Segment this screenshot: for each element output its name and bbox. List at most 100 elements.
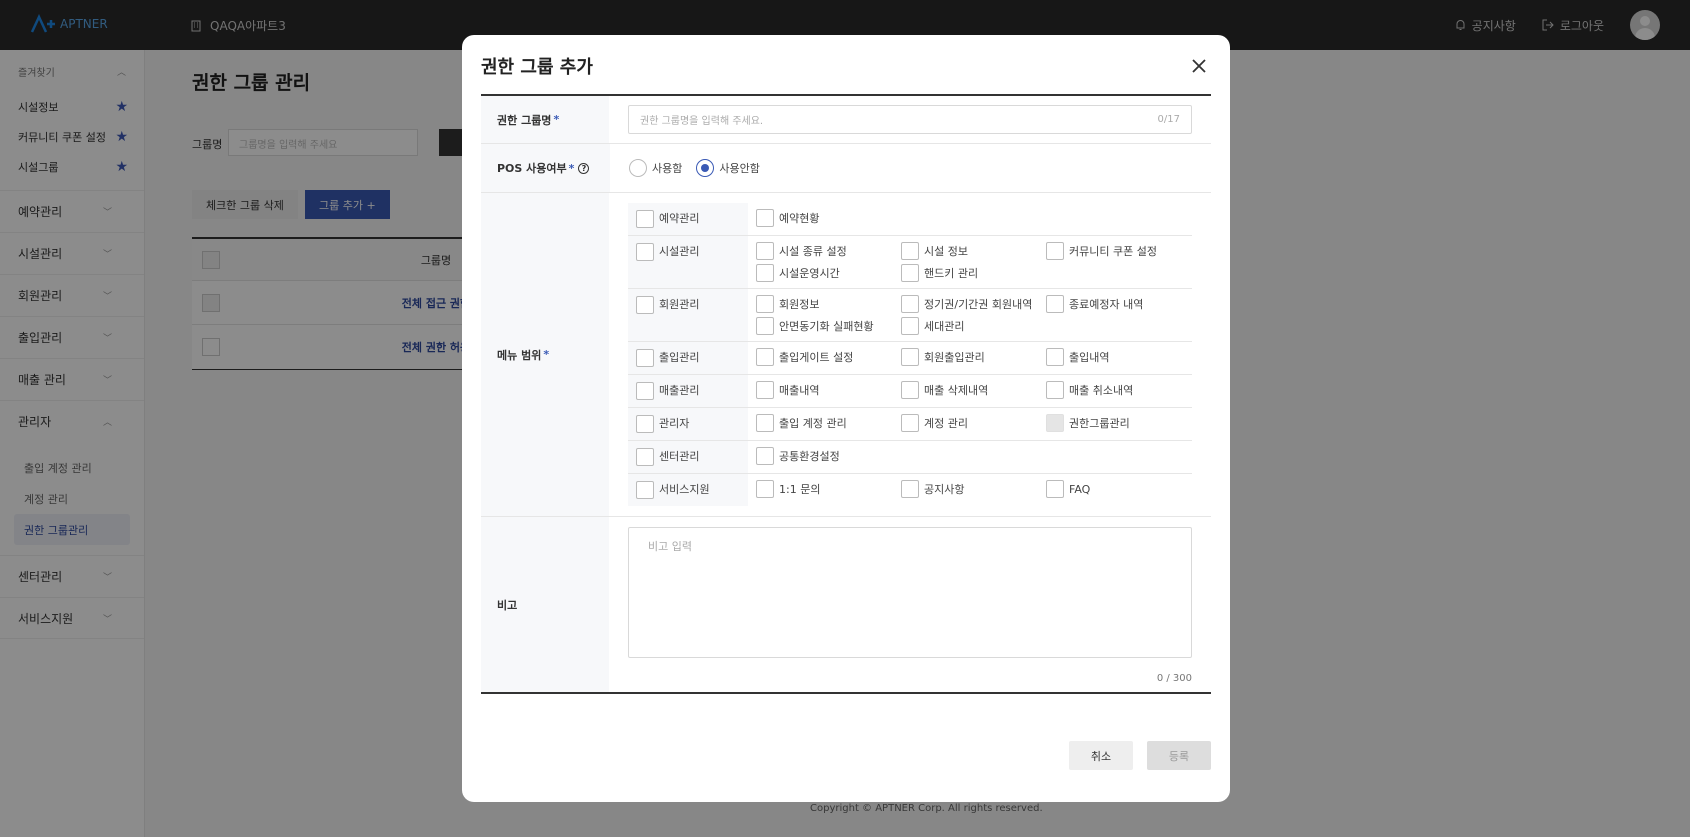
- menu-item-checkbox[interactable]: [1046, 295, 1064, 313]
- menu-items: 회원정보 정기권/기간권 회원내역 종료예정자 내역안면동기화 실패현황 세대관리: [748, 289, 1192, 341]
- menu-item[interactable]: 1:1 문의: [756, 478, 901, 500]
- note-textarea[interactable]: 비고 입력: [628, 527, 1192, 658]
- close-icon[interactable]: [1190, 57, 1208, 75]
- menu-item-checkbox[interactable]: [1046, 480, 1064, 498]
- menu-item-checkbox[interactable]: [756, 295, 774, 313]
- menu-category-row: 예약관리 예약현황: [628, 203, 1192, 236]
- menu-category[interactable]: 서비스지원: [628, 474, 748, 506]
- radio-button[interactable]: [629, 159, 647, 177]
- category-checkbox[interactable]: [636, 349, 654, 367]
- menu-item-checkbox[interactable]: [756, 480, 774, 498]
- menu-item-checkbox[interactable]: [901, 295, 919, 313]
- menu-item-label: 매출 취소내역: [1069, 384, 1134, 397]
- menu-item[interactable]: 출입게이트 설정: [756, 346, 901, 368]
- radio-label: 사용함: [652, 162, 683, 175]
- menu-category-row: 시설관리 시설 종류 설정 시설 정보 커뮤니티 쿠폰 설정시설운영시간 핸드키 관리: [628, 236, 1192, 289]
- menu-item-label: 회원정보: [779, 298, 820, 311]
- note-char-count: 0 / 300: [1156, 673, 1192, 684]
- menu-item[interactable]: 회원출입관리: [901, 346, 1046, 368]
- category-label: 매출관리: [659, 384, 700, 397]
- category-checkbox[interactable]: [636, 296, 654, 314]
- menu-item-checkbox[interactable]: [756, 348, 774, 366]
- menu-item-checkbox[interactable]: [756, 381, 774, 399]
- note-label: 비고: [481, 517, 609, 692]
- menu-item-checkbox[interactable]: [901, 381, 919, 399]
- menu-item-checkbox[interactable]: [901, 242, 919, 260]
- menu-item-label: FAQ: [1069, 482, 1091, 496]
- menu-item[interactable]: 예약현황: [756, 207, 901, 229]
- menu-item-checkbox[interactable]: [1046, 381, 1064, 399]
- group-name-count: 0/17: [1157, 114, 1180, 125]
- menu-item-checkbox[interactable]: [901, 348, 919, 366]
- menu-item[interactable]: 시설운영시간: [756, 262, 901, 284]
- menu-item[interactable]: 계정 관리: [901, 412, 1046, 434]
- menu-category[interactable]: 관리자: [628, 408, 748, 440]
- menu-item[interactable]: 회원정보: [756, 293, 901, 315]
- menu-item[interactable]: 시설 종류 설정: [756, 240, 901, 262]
- pos-row: POS 사용여부 *? 사용함 사용안함: [481, 144, 1211, 193]
- menu-category[interactable]: 센터관리: [628, 441, 748, 473]
- menu-item-checkbox[interactable]: [756, 447, 774, 465]
- menu-item-label: 커뮤니티 쿠폰 설정: [1069, 245, 1157, 258]
- group-name-input[interactable]: 권한 그룹명을 입력해 주세요. 0/17: [628, 105, 1192, 134]
- menu-item[interactable]: 출입 계정 관리: [756, 412, 901, 434]
- category-label: 시설관리: [659, 245, 700, 258]
- menu-item-label: 핸드키 관리: [924, 267, 979, 280]
- menu-category[interactable]: 회원관리: [628, 289, 748, 341]
- group-name-placeholder: 권한 그룹명을 입력해 주세요.: [640, 116, 764, 127]
- menu-item[interactable]: 매출 취소내역: [1046, 379, 1191, 401]
- menu-item[interactable]: 안면동기화 실패현황: [756, 315, 901, 337]
- menu-item-label: 안면동기화 실패현황: [779, 320, 874, 333]
- menu-item-checkbox[interactable]: [756, 317, 774, 335]
- menu-item-label: 1:1 문의: [779, 483, 821, 496]
- menu-item-checkbox[interactable]: [756, 264, 774, 282]
- menu-item-checkbox[interactable]: [901, 317, 919, 335]
- note-row: 비고 비고 입력 0 / 300: [481, 517, 1211, 692]
- category-checkbox[interactable]: [636, 210, 654, 228]
- menu-item[interactable]: FAQ: [1046, 478, 1191, 500]
- menu-item[interactable]: 세대관리: [901, 315, 1046, 337]
- menu-category[interactable]: 예약관리: [628, 203, 748, 235]
- name-label: 권한 그룹명 *: [481, 96, 609, 143]
- menu-item-checkbox[interactable]: [1046, 348, 1064, 366]
- category-checkbox[interactable]: [636, 448, 654, 466]
- menu-item-checkbox[interactable]: [901, 264, 919, 282]
- category-label: 출입관리: [659, 351, 700, 364]
- menu-category[interactable]: 매출관리: [628, 375, 748, 407]
- menu-category[interactable]: 출입관리: [628, 342, 748, 374]
- menu-item-label: 권한그룹관리: [1069, 417, 1130, 430]
- menu-item-checkbox[interactable]: [1046, 242, 1064, 260]
- menu-item[interactable]: 공통환경설정: [756, 445, 901, 467]
- pos-radio-not-use[interactable]: 사용안함: [696, 159, 760, 177]
- menu-item[interactable]: 핸드키 관리: [901, 262, 1046, 284]
- radio-button-selected[interactable]: [696, 159, 715, 177]
- menu-item[interactable]: 권한그룹관리: [1046, 412, 1191, 434]
- menu-item[interactable]: 매출 삭제내역: [901, 379, 1046, 401]
- cancel-button[interactable]: 취소: [1069, 741, 1133, 770]
- menu-item[interactable]: 정기권/기간권 회원내역: [901, 293, 1046, 315]
- category-checkbox[interactable]: [636, 481, 654, 499]
- pos-radio-use[interactable]: 사용함: [629, 159, 682, 177]
- menu-item-checkbox[interactable]: [756, 209, 774, 227]
- category-checkbox[interactable]: [636, 415, 654, 433]
- menu-item-checkbox[interactable]: [756, 414, 774, 432]
- menu-item-checkbox[interactable]: [756, 242, 774, 260]
- menu-item-checkbox[interactable]: [901, 414, 919, 432]
- menu-item-label: 계정 관리: [924, 417, 968, 430]
- required-mark: *: [543, 348, 550, 361]
- menu-item-checkbox[interactable]: [901, 480, 919, 498]
- menu-item[interactable]: 공지사항: [901, 478, 1046, 500]
- menu-item[interactable]: 시설 정보: [901, 240, 1046, 262]
- category-checkbox[interactable]: [636, 382, 654, 400]
- category-checkbox[interactable]: [636, 243, 654, 261]
- menu-item-label: 출입게이트 설정: [779, 351, 854, 364]
- menu-item[interactable]: 출입내역: [1046, 346, 1191, 368]
- menu-item-label: 출입 계정 관리: [779, 417, 847, 430]
- menu-category[interactable]: 시설관리: [628, 236, 748, 288]
- help-icon[interactable]: ?: [578, 162, 590, 174]
- category-label: 관리자: [659, 417, 690, 430]
- submit-button[interactable]: 등록: [1147, 741, 1211, 770]
- menu-item[interactable]: 종료예정자 내역: [1046, 293, 1191, 315]
- menu-item[interactable]: 커뮤니티 쿠폰 설정: [1046, 240, 1191, 262]
- menu-item[interactable]: 매출내역: [756, 379, 901, 401]
